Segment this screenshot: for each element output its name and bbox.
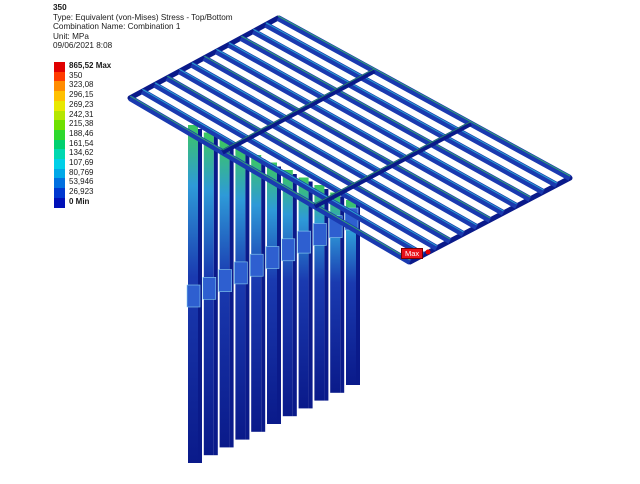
max-probe-label[interactable]: Max [401, 248, 424, 259]
column-bracket [313, 223, 327, 246]
column-bracket [281, 238, 296, 262]
column-bracket [297, 230, 311, 254]
column-side [261, 159, 266, 432]
column [235, 147, 246, 440]
column-side [245, 151, 250, 440]
column-side [277, 166, 281, 424]
column [219, 140, 230, 448]
column [251, 155, 262, 432]
column-side [229, 144, 234, 448]
column [314, 185, 325, 401]
structure-viewport[interactable] [0, 0, 640, 484]
column [267, 162, 277, 424]
max-marker [425, 249, 431, 255]
column-bracket [202, 276, 217, 300]
column-side [292, 174, 297, 417]
column-bracket [234, 261, 248, 285]
column-bracket [249, 253, 264, 277]
column-bracket [265, 246, 280, 269]
column-bracket [186, 284, 201, 308]
column [298, 177, 309, 409]
column-side [308, 181, 313, 409]
column [282, 170, 293, 417]
column-side [324, 189, 329, 401]
column-bracket [218, 269, 232, 292]
